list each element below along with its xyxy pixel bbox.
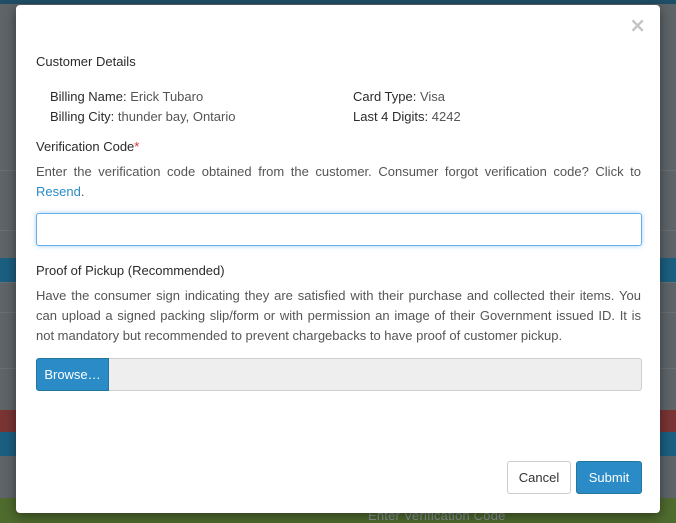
file-upload-group: Browse…	[36, 358, 642, 391]
billing-name-label: Billing Name:	[50, 89, 127, 104]
background-header-bar	[0, 0, 676, 4]
billing-city-label: Billing City:	[50, 109, 115, 124]
customer-details-heading: Customer Details	[36, 54, 136, 69]
cancel-button[interactable]: Cancel	[507, 461, 571, 494]
submit-button[interactable]: Submit	[576, 461, 642, 494]
billing-name-value: Erick Tubaro	[130, 89, 204, 104]
billing-name-row: Billing Name: Erick Tubaro	[50, 89, 203, 104]
billing-city-value: thunder bay, Ontario	[117, 109, 236, 124]
card-type-value: Visa	[419, 89, 446, 104]
close-icon[interactable]: ×	[629, 15, 646, 35]
resend-suffix: .	[80, 184, 85, 199]
verification-code-heading: Verification Code*	[36, 139, 139, 154]
last4-row: Last 4 Digits: 4242	[353, 109, 461, 124]
verification-code-label: Verification Code	[36, 139, 135, 154]
card-type-row: Card Type: Visa	[353, 89, 445, 104]
last4-label: Last 4 Digits:	[353, 109, 429, 124]
required-asterisk: *	[134, 139, 140, 154]
browse-button[interactable]: Browse…	[36, 358, 109, 391]
file-name-field[interactable]	[109, 358, 642, 391]
verification-description: Enter the verification code obtained fro…	[36, 164, 641, 179]
verification-instructions: Enter the verification code obtained fro…	[36, 162, 641, 202]
last4-value: 4242	[431, 109, 461, 124]
resend-link[interactable]: Resend	[36, 184, 81, 199]
billing-city-row: Billing City: thunder bay, Ontario	[50, 109, 235, 124]
verification-modal: × Customer Details Billing Name: Erick T…	[16, 5, 660, 513]
proof-of-pickup-description: Have the consumer sign indicating they a…	[36, 288, 641, 343]
verification-code-input[interactable]	[36, 213, 642, 246]
card-type-label: Card Type:	[353, 89, 417, 104]
proof-of-pickup-heading: Proof of Pickup (Recommended)	[36, 263, 225, 278]
